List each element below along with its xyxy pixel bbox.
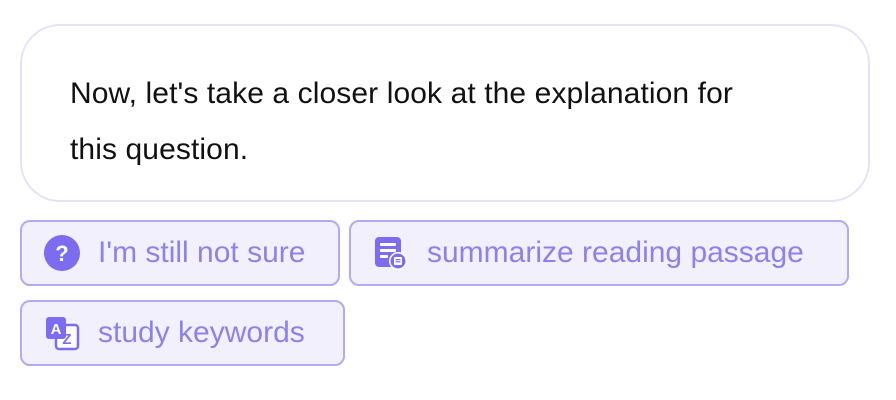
suggestion-label: summarize reading passage: [427, 236, 804, 269]
suggestion-label: I'm still not sure: [98, 236, 306, 269]
translate-az-icon: Z A: [44, 315, 80, 351]
assistant-message-bubble: Now, let's take a closer look at the exp…: [20, 24, 870, 202]
suggestion-summarize-button[interactable]: summarize reading passage: [349, 220, 849, 286]
message-line-1: Now, let's take a closer look at the exp…: [70, 77, 733, 110]
document-summary-icon: [373, 235, 409, 271]
message-line-2: this question.: [70, 133, 249, 166]
svg-text:?: ?: [55, 241, 68, 266]
suggestion-study-keywords-button[interactable]: Z A study keywords: [20, 300, 345, 366]
question-circle-icon: ?: [44, 235, 80, 271]
svg-text:A: A: [51, 321, 62, 338]
suggestion-not-sure-button[interactable]: ? I'm still not sure: [20, 220, 340, 286]
suggestion-label: study keywords: [98, 316, 305, 349]
